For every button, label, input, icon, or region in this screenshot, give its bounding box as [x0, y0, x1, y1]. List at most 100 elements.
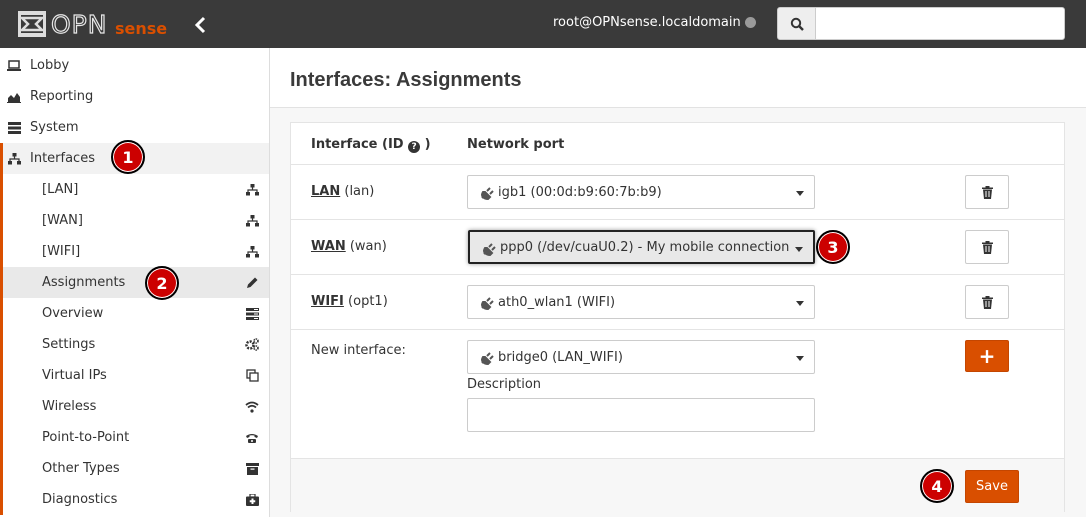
panel-footer: 4 Save — [291, 458, 1064, 512]
network-port-select-wan[interactable]: ppp0 (/dev/cuaU0.2) - My mobile connecti… — [468, 230, 815, 264]
interface-name-wan[interactable]: WAN (wan) — [311, 239, 387, 254]
network-port-select-lan[interactable]: igb1 (00:0d:b9:60:7b:b9) — [467, 175, 815, 209]
divider — [291, 329, 1064, 330]
sitemap-icon — [7, 152, 21, 166]
sidebar-item-label: System — [30, 120, 79, 135]
column-header-interface-end: ) — [424, 137, 431, 152]
step-badge-2: 2 — [145, 266, 179, 300]
sidebar-item-label: Wireless — [42, 399, 97, 414]
tasks-icon — [245, 307, 259, 321]
step-badge-3: 3 — [816, 230, 850, 264]
opnsense-logo[interactable]: OPN sense — [16, 8, 172, 40]
sidebar-item-label: Virtual IPs — [42, 368, 107, 383]
column-header-network-port: Network port — [467, 137, 565, 152]
sidebar-item-wifi[interactable]: [WIFI] — [0, 236, 269, 267]
sidebar: Lobby Reporting System Interfaces 1 [LAN… — [0, 48, 270, 517]
pencil-icon — [245, 276, 259, 290]
sidebar-item-wan[interactable]: [WAN] — [0, 205, 269, 236]
plug-icon — [481, 187, 494, 200]
sidebar-item-label: [WAN] — [42, 213, 83, 228]
sidebar-item-label: Point-to-Point — [42, 430, 130, 445]
trash-icon — [981, 295, 993, 309]
sidebar-item-point-to-point[interactable]: Point-to-Point — [0, 422, 269, 453]
sidebar-item-lan[interactable]: [LAN] — [0, 174, 269, 205]
chevron-down-icon — [796, 301, 804, 306]
trash-icon — [981, 185, 993, 199]
assignments-panel: Interface (ID ? ) Network port LAN (lan)… — [290, 122, 1065, 512]
sidebar-item-label: [WIFI] — [42, 244, 81, 259]
interface-id: (opt1) — [348, 294, 388, 309]
sitemap-icon — [245, 183, 259, 197]
delete-button-lan[interactable] — [965, 175, 1009, 209]
column-header-interface-label: Interface (ID — [311, 137, 404, 152]
svg-text:OPN: OPN — [51, 10, 107, 39]
interface-id: (lan) — [344, 184, 375, 199]
sidebar-item-overview[interactable]: Overview — [0, 298, 269, 329]
sidebar-item-label: Settings — [42, 337, 96, 352]
network-port-select-new[interactable]: bridge0 (LAN_WIFI) — [467, 340, 815, 374]
column-header-interface: Interface (ID ? ) — [311, 137, 431, 153]
interface-link-wifi[interactable]: WIFI — [311, 294, 344, 309]
network-port-select-wifi[interactable]: ath0_wlan1 (WIFI) — [467, 285, 815, 319]
chevron-down-icon — [795, 247, 803, 252]
server-icon — [7, 121, 21, 135]
medkit-icon — [245, 493, 259, 507]
collapse-sidebar-icon[interactable] — [192, 14, 212, 36]
help-icon[interactable]: ? — [408, 141, 421, 153]
search-icon — [790, 17, 804, 31]
plug-icon — [483, 243, 496, 256]
sidebar-item-system[interactable]: System — [0, 112, 269, 143]
sidebar-item-label: Lobby — [30, 58, 70, 73]
network-port-value: ppp0 (/dev/cuaU0.2) - My mobile connecti… — [500, 239, 790, 255]
description-input[interactable] — [467, 398, 815, 432]
interface-link-lan[interactable]: LAN — [311, 184, 340, 199]
sidebar-item-label: Interfaces — [30, 151, 95, 166]
cogs-icon — [245, 338, 259, 352]
delete-button-wifi[interactable] — [965, 285, 1009, 319]
search-input[interactable] — [815, 7, 1065, 40]
sidebar-item-lobby[interactable]: Lobby — [0, 50, 269, 81]
sidebar-item-assignments[interactable]: Assignments — [0, 267, 269, 298]
chevron-down-icon — [796, 356, 804, 361]
sidebar-item-diagnostics[interactable]: Diagnostics — [0, 484, 269, 515]
sidebar-item-other-types[interactable]: Other Types — [0, 453, 269, 484]
sidebar-item-label: Diagnostics — [42, 492, 118, 507]
top-bar: OPN sense root@OPNsense.localdomain — [0, 0, 1086, 48]
delete-button-wan[interactable] — [965, 230, 1009, 264]
sidebar-item-reporting[interactable]: Reporting — [0, 81, 269, 112]
sidebar-item-wireless[interactable]: Wireless — [0, 391, 269, 422]
area-chart-icon — [7, 90, 21, 104]
page-header: Interfaces: Assignments — [270, 48, 1086, 108]
sidebar-item-label: Other Types — [42, 461, 120, 476]
save-button[interactable]: Save — [965, 470, 1019, 503]
interface-link-wan[interactable]: WAN — [311, 239, 346, 254]
add-interface-button[interactable]: + — [965, 340, 1009, 372]
user-label[interactable]: root@OPNsense.localdomain — [553, 15, 741, 30]
interface-name-wifi[interactable]: WIFI (opt1) — [311, 294, 388, 309]
search-button[interactable] — [777, 7, 816, 40]
step-badge-4: 4 — [920, 469, 954, 503]
sidebar-item-virtual-ips[interactable]: Virtual IPs — [0, 360, 269, 391]
page-title: Interfaces: Assignments — [290, 69, 522, 91]
plug-icon — [481, 297, 494, 310]
description-label: Description — [467, 377, 542, 392]
svg-text:sense: sense — [115, 19, 167, 38]
network-port-value: bridge0 (LAN_WIFI) — [498, 349, 623, 365]
chevron-down-icon — [796, 191, 804, 196]
sidebar-item-label: Overview — [42, 306, 104, 321]
archive-icon — [245, 462, 259, 476]
network-port-value: igb1 (00:0d:b9:60:7b:b9) — [498, 184, 662, 200]
new-interface-label: New interface: — [311, 343, 406, 358]
sidebar-item-label: Reporting — [30, 89, 94, 104]
sitemap-icon — [245, 214, 259, 228]
interface-name-lan[interactable]: LAN (lan) — [311, 184, 374, 199]
wifi-icon — [245, 400, 259, 414]
sitemap-icon — [245, 245, 259, 259]
trash-icon — [981, 240, 993, 254]
phone-icon — [245, 431, 259, 445]
step-badge-1: 1 — [111, 140, 145, 174]
sidebar-item-label: Assignments — [42, 275, 126, 290]
clone-icon — [245, 369, 259, 383]
divider — [291, 219, 1064, 220]
sidebar-item-settings[interactable]: Settings — [0, 329, 269, 360]
